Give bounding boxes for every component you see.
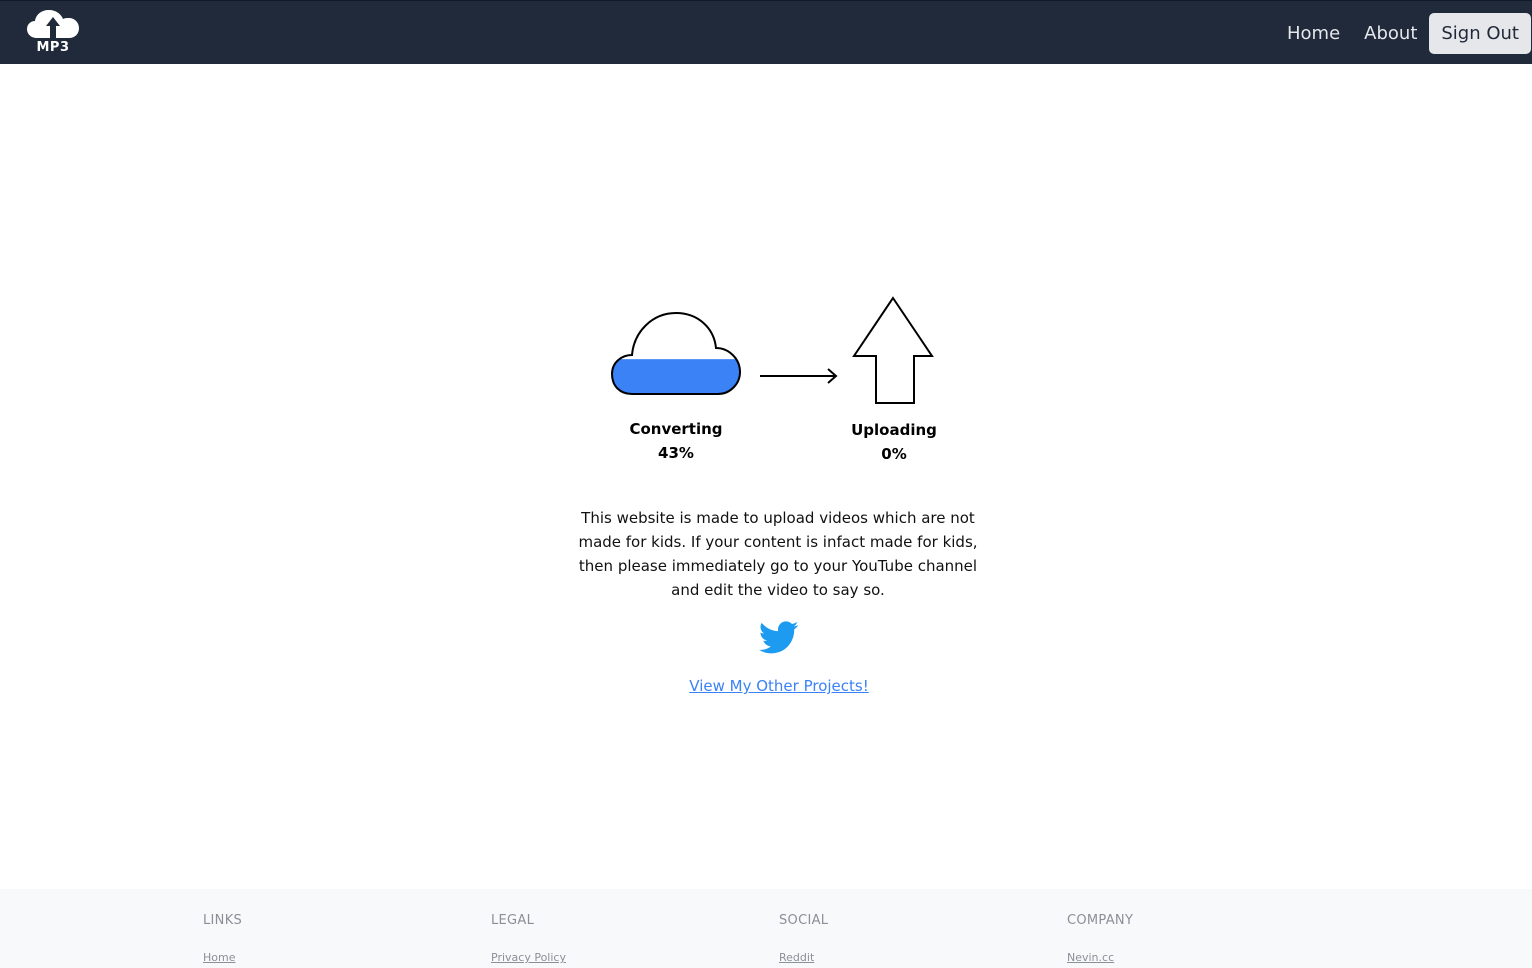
footer-link-privacy-policy[interactable]: Privacy Policy (491, 951, 566, 964)
footer-link-nevin-cc[interactable]: Nevin.cc (1067, 951, 1114, 964)
mp3-cloud-logo[interactable]: MP3 (27, 8, 79, 56)
footer: LINKS Home LEGAL Privacy Policy SOCIAL R… (0, 889, 1532, 968)
uploading-arrow-progress (852, 296, 934, 406)
converting-cloud-progress (610, 310, 742, 398)
cloud-upload-icon (27, 10, 79, 38)
nav-links: Home About Sign Out (1275, 13, 1531, 54)
footer-link-home[interactable]: Home (203, 951, 235, 964)
footer-link-reddit[interactable]: Reddit (779, 951, 814, 964)
navbar: MP3 Home About Sign Out (0, 0, 1532, 64)
footer-heading-company: COMPANY (1067, 913, 1134, 928)
up-arrow-icon (852, 296, 934, 404)
nav-home-link[interactable]: Home (1275, 13, 1352, 54)
nav-about-link[interactable]: About (1352, 13, 1429, 54)
footer-heading-legal: LEGAL (491, 913, 535, 928)
view-other-projects-link[interactable]: View My Other Projects! (600, 674, 958, 698)
uploading-status: Uploading 0% (834, 418, 954, 466)
converting-progress-fill (612, 359, 740, 394)
right-arrow-icon (758, 366, 840, 386)
twitter-bird-icon[interactable] (758, 621, 799, 655)
uploading-percent: 0% (881, 445, 907, 463)
uploading-label: Uploading (851, 421, 937, 439)
footer-heading-links: LINKS (203, 913, 243, 928)
made-for-kids-notice: This website is made to upload videos wh… (578, 509, 978, 599)
converting-label: Converting (629, 420, 723, 438)
footer-heading-social: SOCIAL (779, 913, 829, 928)
converting-status: Converting 43% (616, 417, 736, 465)
converting-percent: 43% (658, 444, 694, 462)
logo-text: MP3 (36, 40, 70, 55)
cloud-icon (610, 311, 742, 395)
main-content: Converting 43% Uploading 0% This website… (0, 64, 1532, 889)
sign-out-button[interactable]: Sign Out (1429, 13, 1531, 54)
